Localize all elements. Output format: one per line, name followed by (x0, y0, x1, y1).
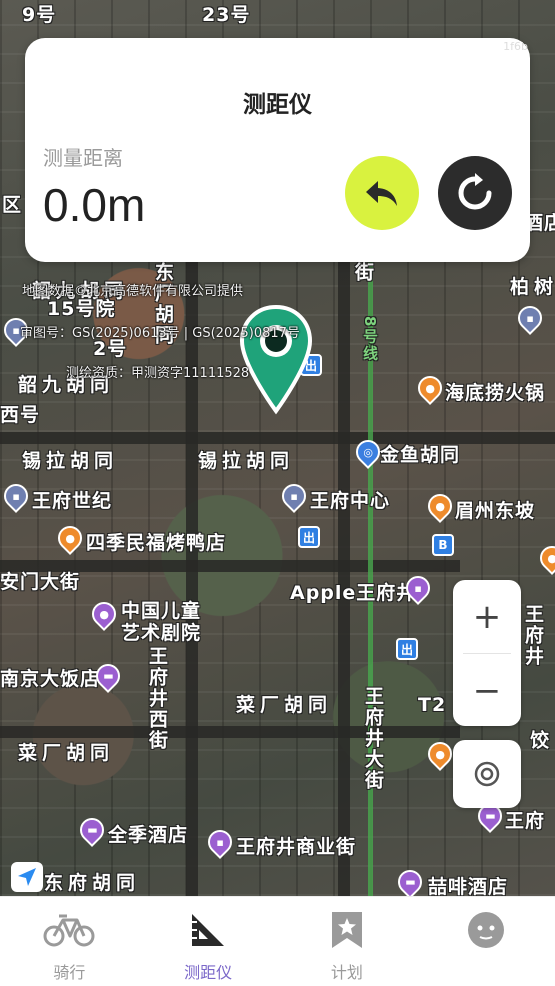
map-label: 全季酒店 (108, 824, 189, 846)
tab-ride-label: 骑行 (53, 963, 86, 982)
restaurant-poi-icon[interactable]: ● (423, 737, 457, 771)
building-poi-icon[interactable]: ▪ (277, 479, 311, 513)
map-label: 王府世纪 (32, 490, 113, 512)
undo-button[interactable] (345, 156, 419, 230)
building-poi-icon[interactable]: ▪ (0, 479, 33, 513)
map-label: 金鱼胡同 (380, 444, 461, 466)
tab-plan-label: 计划 (330, 963, 363, 982)
bookmark-star-icon (331, 912, 362, 948)
shop-poi-icon[interactable]: ▪ (203, 825, 237, 859)
restaurant-poi-icon[interactable]: ● (53, 521, 87, 555)
theater-poi-icon[interactable]: ● (87, 597, 121, 631)
building-poi-icon[interactable]: ▪ (513, 301, 547, 335)
map-street-label: 王府井西街 (146, 646, 168, 751)
map-label: 区 (2, 194, 23, 216)
zoom-control: + − (453, 580, 521, 726)
zoom-in-button[interactable]: + (453, 580, 521, 653)
map-label: 东府胡同 (44, 872, 141, 894)
ruler-triangle-icon (192, 914, 225, 946)
road (186, 262, 198, 896)
bottom-tab-bar: 骑行 测距仪 计划 (0, 896, 555, 986)
map-street-label: 街 (352, 262, 374, 283)
map-street-label: 饺 (527, 730, 549, 751)
page-title: 测距仪 (243, 92, 312, 118)
map-label: 9号 (22, 4, 57, 26)
map-label: 23号 (202, 4, 251, 26)
distance-label: 测量距离 (43, 146, 123, 170)
undo-arrow-icon (366, 181, 397, 206)
map-label: 眉州东坡 (455, 500, 536, 522)
navigation-arrow-icon[interactable] (11, 862, 43, 892)
map-label: 艺术剧院 (121, 622, 202, 644)
map-attribution-line3: 测绘资质：甲测资字11111528 (66, 366, 250, 381)
map-label: 安门大街 (0, 571, 81, 593)
locate-target-icon (474, 761, 500, 787)
map-label: 王府 (505, 810, 546, 832)
card-hint: 1f6b (503, 40, 528, 53)
map-label: 南京大饭店 (0, 668, 101, 690)
map-label: Apple王府井 (290, 582, 417, 604)
road (0, 726, 460, 738)
measure-card: 1f6b 测距仪 测量距离 0.0m (25, 38, 530, 262)
map-attribution-line2: 审图号：GS(2025)0613号 | GS(2025)0817号 (20, 326, 300, 341)
map-label: 菜厂胡同 (18, 742, 115, 764)
parking-icon[interactable]: 出 (298, 526, 320, 548)
distance-value: 0.0m (43, 179, 146, 231)
map-street-label: 王府井大街 (362, 686, 384, 791)
road (0, 432, 555, 444)
map-label: 锡拉胡同 (22, 450, 119, 472)
profile-face-icon (467, 912, 504, 948)
locate-button[interactable] (453, 740, 521, 808)
map-label: T2 (418, 694, 447, 716)
tab-rangefinder[interactable]: 测距仪 (139, 897, 278, 986)
restaurant-poi-icon[interactable]: ● (413, 371, 447, 405)
location-marker-icon[interactable] (238, 303, 314, 415)
bus-stop-icon[interactable]: B (432, 534, 454, 556)
zoom-out-button[interactable]: − (453, 654, 521, 727)
refresh-icon (458, 173, 492, 210)
hotel-poi-icon[interactable]: ▬ (393, 865, 427, 896)
tab-profile[interactable] (416, 897, 555, 986)
restaurant-poi-icon[interactable]: ● (423, 489, 457, 523)
map-label: 柏树 (510, 276, 555, 298)
tab-ride[interactable]: 骑行 (0, 897, 139, 986)
map-label: 王府井商业街 (236, 836, 357, 858)
map-label: 海底捞火锅 (445, 382, 546, 404)
map-attribution-line1: 地图数据©北京高德软件有限公司提供 (22, 284, 244, 299)
hotel-poi-icon[interactable]: ▬ (75, 813, 109, 847)
tab-plan[interactable]: 计划 (278, 897, 417, 986)
map-street-label: 王府井 (522, 604, 544, 667)
parking-icon[interactable]: 出 (396, 638, 418, 660)
tab-rangefinder-label: 测距仪 (184, 963, 233, 982)
map-label: 西号 (0, 404, 41, 426)
map-label: 菜厂胡同 (236, 694, 333, 716)
reset-button[interactable] (438, 156, 512, 230)
bicycle-icon (43, 914, 95, 947)
restaurant-poi-icon[interactable]: ● (535, 541, 555, 575)
map-label: 四季民福烤鸭店 (86, 532, 227, 554)
map-label: 喆啡酒店 (428, 876, 509, 896)
subway-line-label: 8号线 (361, 316, 379, 363)
map-label: 王府中心 (310, 490, 391, 512)
map-label: 锡拉胡同 (198, 450, 295, 472)
